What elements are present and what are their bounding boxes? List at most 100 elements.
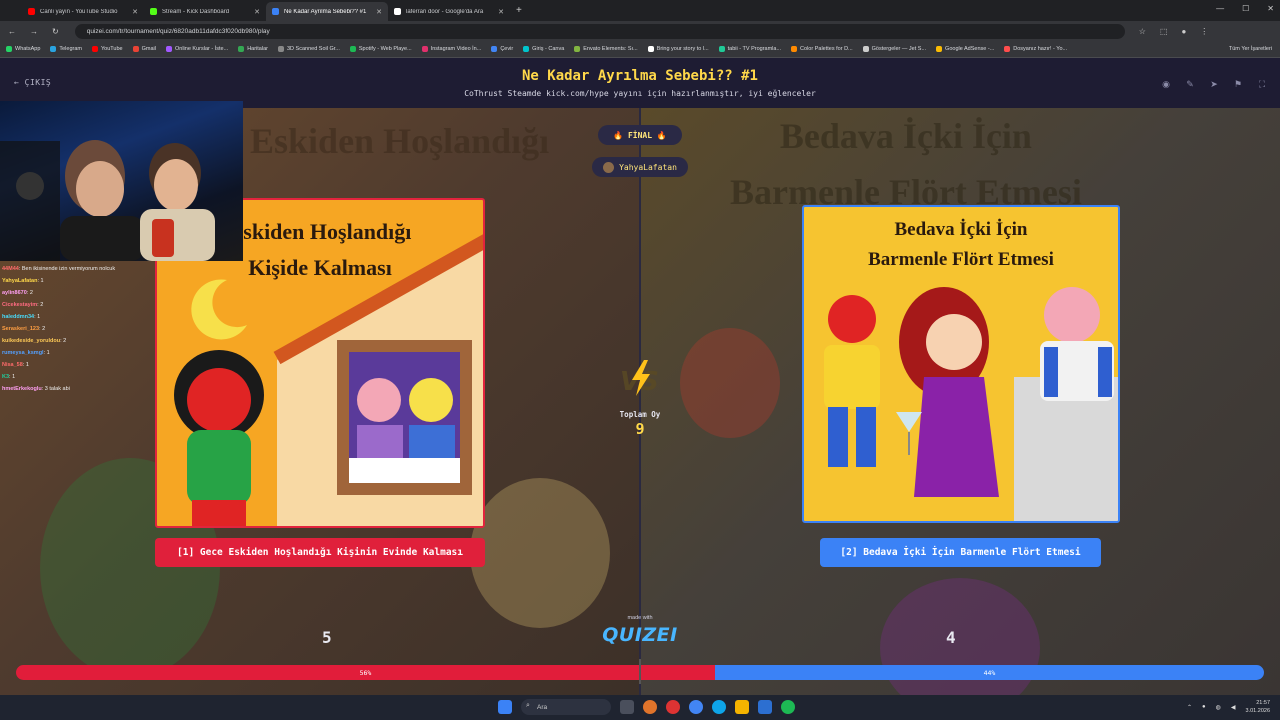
share-icon[interactable]: ➤ bbox=[1206, 76, 1222, 92]
clock[interactable]: 21:57 3.01.2026 bbox=[1246, 699, 1270, 715]
chat-username: hmetErkekoglu bbox=[2, 386, 42, 392]
bookmark-item[interactable]: Dosyanız hazır! - Yo... bbox=[1004, 46, 1067, 52]
bookmark-favicon-icon bbox=[862, 46, 869, 52]
close-window-icon[interactable]: ✕ bbox=[1267, 4, 1274, 13]
bookmark-favicon-icon bbox=[132, 46, 139, 52]
edge-icon[interactable] bbox=[712, 700, 726, 714]
file-explorer-icon[interactable] bbox=[735, 700, 749, 714]
bookmark-item[interactable]: Instagram Video İn... bbox=[421, 46, 481, 52]
bookmark-item[interactable]: Haritalar bbox=[238, 46, 268, 52]
browser-tab[interactable]: Ne Kadar Ayrılma Sebebi?? #1 ✕ bbox=[266, 2, 388, 21]
bookmark-label: Giriş - Canva bbox=[532, 46, 565, 52]
vote-button-right[interactable]: [2] Bedava İçki İçin Barmenle Flört Etme… bbox=[820, 538, 1101, 567]
bookmark-label: Online Kurslar - İste... bbox=[175, 46, 229, 52]
bookmark-favicon-icon bbox=[1004, 46, 1011, 52]
quiz-title: Ne Kadar Ayrılma Sebebi?? #1 bbox=[521, 68, 758, 84]
bookmark-item[interactable]: Telegram bbox=[50, 46, 82, 52]
all-bookmarks-link[interactable]: Tüm Yer İşaretleri bbox=[1229, 46, 1272, 52]
bookmark-item[interactable]: YouTube bbox=[92, 46, 123, 52]
forward-icon[interactable]: → bbox=[30, 27, 38, 36]
mail-icon[interactable] bbox=[758, 700, 772, 714]
bookmark-item[interactable]: Gmail bbox=[132, 46, 156, 52]
chrome-icon[interactable] bbox=[689, 700, 703, 714]
chat-username: haleddmn34 bbox=[2, 314, 35, 320]
chat-text: : 1 bbox=[34, 314, 41, 320]
start-icon[interactable] bbox=[498, 700, 512, 714]
chat-username: Cicekestayim bbox=[2, 302, 38, 308]
app-icon-1[interactable] bbox=[643, 700, 657, 714]
bookmark-item[interactable]: Çevir bbox=[491, 46, 513, 52]
round-badge: 🔥 FİNAL 🔥 bbox=[598, 125, 682, 145]
bookmark-item[interactable]: Envato Elements: Sı... bbox=[574, 46, 638, 52]
app-icon-2[interactable] bbox=[666, 700, 680, 714]
quiz-toolbar: ◉ ✎ ➤ ⚑ ⛶ bbox=[1158, 76, 1270, 92]
browser-tab-strip: Canlı yayın - YouTube Studio ✕ Stream - Ki… bbox=[0, 0, 1280, 21]
bookmark-label: 3D Scanned Soil Gr... bbox=[286, 46, 340, 52]
back-icon[interactable]: ← bbox=[8, 27, 16, 36]
chat-text: : 1 bbox=[9, 374, 16, 380]
volume-icon[interactable]: ◀ bbox=[1231, 704, 1236, 711]
browser-tab[interactable]: Stream - Kick Dashboard ✕ bbox=[144, 2, 266, 21]
bookmark-favicon-icon bbox=[491, 46, 498, 52]
tab-close-icon[interactable]: ✕ bbox=[498, 8, 504, 16]
left-percent: 56% bbox=[359, 668, 372, 677]
bookmark-item[interactable]: tabii - TV Programla... bbox=[718, 46, 781, 52]
browser-tab[interactable]: Canlı yayın - YouTube Studio ✕ bbox=[22, 2, 144, 21]
eye-icon[interactable]: ◉ bbox=[1158, 76, 1174, 92]
user-badge: YahyaLafatan bbox=[592, 157, 688, 177]
progress-left: 56% bbox=[16, 665, 715, 680]
right-vote-count: 4 bbox=[946, 628, 956, 647]
bookmark-item[interactable]: Online Kurslar - İste... bbox=[166, 46, 228, 52]
bookmark-favicon-icon bbox=[50, 46, 57, 52]
chat-message: K3: 1 bbox=[2, 371, 162, 383]
new-tab-button[interactable]: + bbox=[516, 5, 522, 16]
taskbar-search[interactable]: ⌕ Ara bbox=[521, 699, 611, 715]
microphone-icon[interactable]: ● bbox=[1202, 704, 1206, 710]
bookmark-item[interactable]: Color Palettes for D... bbox=[791, 46, 853, 52]
tab-close-icon[interactable]: ✕ bbox=[254, 8, 260, 16]
moon-icon bbox=[191, 279, 247, 340]
maximize-icon[interactable]: ☐ bbox=[1242, 4, 1249, 13]
bookmark-item[interactable]: Göstergeler — Jet S... bbox=[862, 46, 926, 52]
bookmark-label: Dosyanız hazır! - Yo... bbox=[1013, 46, 1068, 52]
vote-button-left[interactable]: [1] Gece Eskiden Hoşlandığı Kişinin Evin… bbox=[155, 538, 485, 567]
bookmark-item[interactable]: Spotify - Web Playe... bbox=[349, 46, 412, 52]
profile-icon[interactable]: ● bbox=[1181, 27, 1186, 36]
chat-text: : 1 bbox=[22, 362, 29, 368]
bg-face-right bbox=[680, 328, 780, 438]
bookmark-favicon-icon bbox=[936, 46, 943, 52]
bookmark-favicon-icon bbox=[92, 46, 98, 52]
bookmark-label: Envato Elements: Sı... bbox=[583, 46, 638, 52]
network-icon[interactable]: ◍ bbox=[1216, 704, 1221, 711]
tab-close-icon[interactable]: ✕ bbox=[132, 8, 138, 16]
chat-text: : 3 talak abi bbox=[41, 386, 70, 392]
bookmark-label: Spotify - Web Playe... bbox=[358, 46, 412, 52]
minimize-icon[interactable]: — bbox=[1216, 4, 1224, 13]
extensions-icon[interactable]: ⬚ bbox=[1160, 27, 1168, 36]
bookmark-label: Bring your story to l... bbox=[656, 46, 709, 52]
right-percent: 44% bbox=[983, 668, 996, 677]
browser-tab[interactable]: laferrari door - Google'da Ara ✕ bbox=[388, 2, 510, 21]
bookmark-item[interactable]: Bring your story to l... bbox=[647, 46, 709, 52]
windows-taskbar: ⌕ Ara ⌃ ● ◍ ◀ 21:57 3.01.2026 bbox=[0, 695, 1280, 720]
fullscreen-icon[interactable]: ⛶ bbox=[1254, 76, 1270, 92]
bookmark-item[interactable]: WhatsApp bbox=[6, 46, 40, 52]
bookmark-item[interactable]: Giriş - Canva bbox=[523, 46, 564, 52]
reload-icon[interactable]: ↻ bbox=[52, 27, 59, 36]
tray-chevron-icon[interactable]: ⌃ bbox=[1187, 704, 1192, 711]
chat-message: YahyaLafatan: 1 bbox=[2, 275, 162, 287]
menu-icon[interactable]: ⋮ bbox=[1200, 27, 1208, 36]
edit-icon[interactable]: ✎ bbox=[1182, 76, 1198, 92]
chat-message: haleddmn34: 1 bbox=[2, 311, 162, 323]
bookmark-star-icon[interactable]: ☆ bbox=[1139, 27, 1146, 36]
url-field[interactable]: quizei.com/tr/tournament/quiz/6820adb11d… bbox=[74, 23, 1125, 39]
spotify-icon[interactable] bbox=[781, 700, 795, 714]
tab-close-icon[interactable]: ✕ bbox=[376, 8, 382, 16]
flag-icon[interactable]: ⚑ bbox=[1230, 76, 1246, 92]
bookmark-item[interactable]: Google AdSense -... bbox=[936, 46, 994, 52]
option-card-right[interactable]: Bedava İçki İçin Barmenle Flört Etmesi bbox=[802, 205, 1120, 523]
bookmark-item[interactable]: 3D Scanned Soil Gr... bbox=[277, 46, 340, 52]
quizei-logo[interactable]: QUIZEI bbox=[600, 624, 680, 646]
tab-label: laferrari door - Google'da Ara bbox=[406, 8, 484, 15]
task-view-icon[interactable] bbox=[620, 700, 634, 714]
